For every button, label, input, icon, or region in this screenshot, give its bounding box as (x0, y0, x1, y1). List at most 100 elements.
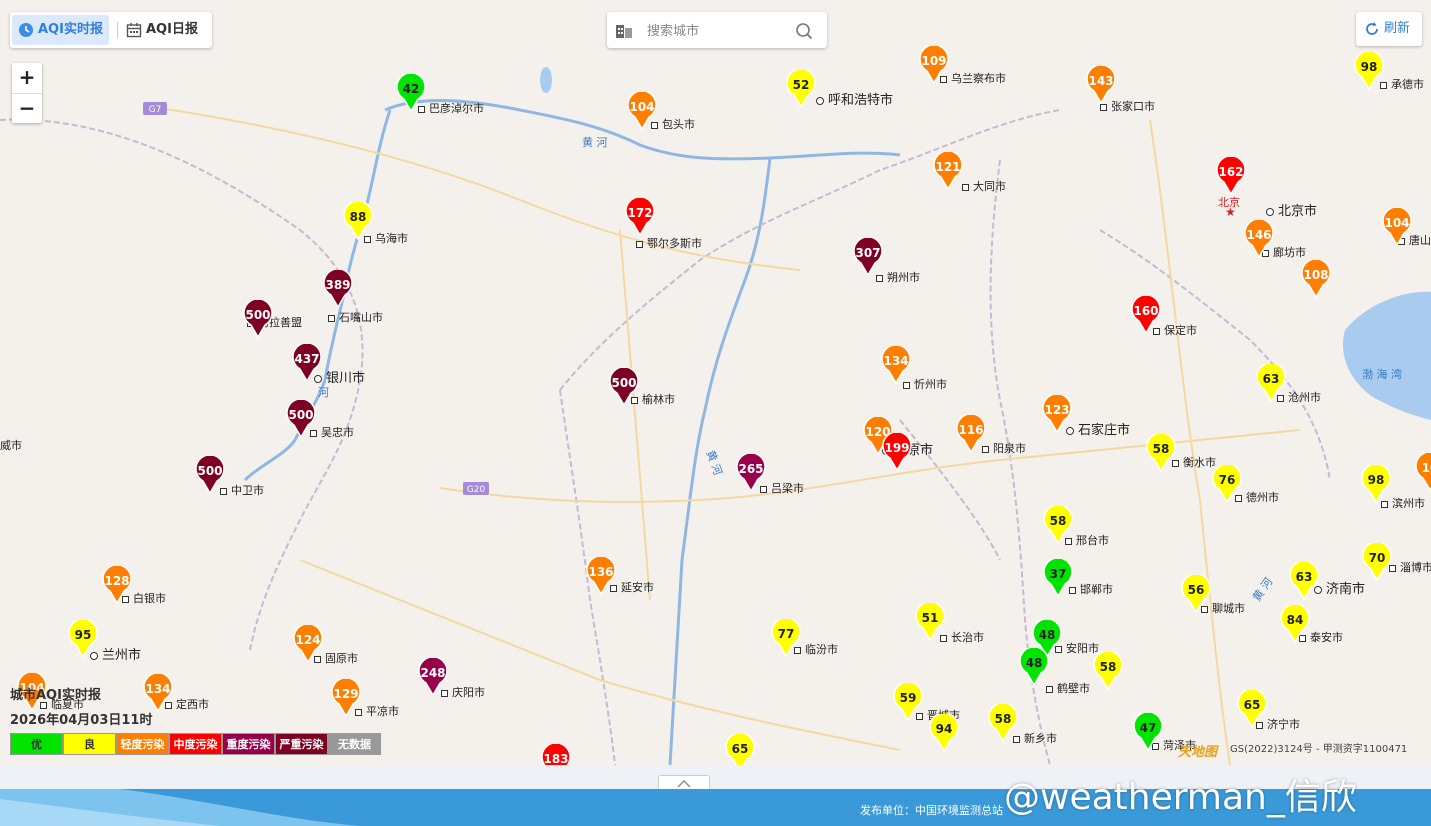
aqi-marker[interactable]: 58 (1146, 434, 1176, 472)
aqi-marker[interactable]: 98 (1361, 465, 1391, 503)
aqi-marker[interactable]: 136 (586, 557, 616, 595)
aqi-marker[interactable]: 65 (725, 734, 755, 765)
city-label: 大同市 (962, 178, 1006, 194)
city-name: 忻州市 (914, 378, 947, 391)
aqi-value: 121 (935, 160, 961, 174)
aqi-marker[interactable]: 109 (919, 46, 949, 84)
aqi-marker[interactable]: 63 (1256, 364, 1286, 402)
aqi-marker[interactable]: 88 (343, 202, 373, 240)
aqi-marker[interactable]: 500 (609, 368, 639, 406)
aqi-value: 58 (1099, 660, 1117, 674)
aqi-marker[interactable]: 500 (286, 400, 316, 438)
city-label: 鹤壁市 (1046, 680, 1090, 696)
city-label: 鄂尔多斯市 (636, 235, 702, 251)
aqi-marker[interactable]: 65 (1237, 690, 1267, 728)
aqi-value: 108 (1303, 268, 1329, 282)
aqi-marker[interactable]: 500 (243, 300, 273, 338)
aqi-marker[interactable]: 48 (1019, 648, 1049, 686)
city-name: 乌兰察布市 (951, 72, 1006, 85)
aqi-value: 51 (921, 611, 939, 625)
aqi-marker[interactable]: 94 (929, 714, 959, 752)
aqi-marker[interactable]: 77 (771, 619, 801, 657)
aqi-value: 162 (1218, 165, 1244, 179)
aqi-value: 52 (792, 78, 810, 92)
aqi-marker[interactable]: 47 (1133, 713, 1163, 751)
aqi-marker[interactable]: 70 (1362, 543, 1392, 581)
aqi-marker[interactable]: 307 (853, 238, 883, 276)
aqi-marker[interactable]: 172 (625, 198, 655, 236)
aqi-daily-tab[interactable]: AQI日报 (120, 15, 204, 45)
city-name: 中卫市 (231, 484, 264, 497)
aqi-marker[interactable]: 121 (933, 152, 963, 190)
aqi-value: 95 (74, 628, 92, 642)
aqi-marker[interactable]: 183 (541, 744, 571, 765)
aqi-marker[interactable]: 58 (1093, 652, 1123, 690)
aqi-value: 124 (295, 633, 321, 647)
aqi-marker[interactable]: 56 (1181, 575, 1211, 613)
collapse-toggle[interactable] (658, 775, 710, 790)
aqi-marker[interactable]: 42 (396, 74, 426, 112)
aqi-marker[interactable]: 59 (893, 683, 923, 721)
legend-timestamp: 2026年04月03日11时 (10, 713, 153, 728)
city-search-input[interactable] (645, 19, 789, 43)
aqi-value: 265 (738, 462, 764, 476)
aqi-marker-partial[interactable]: 10 (1415, 453, 1431, 491)
aqi-realtime-tab[interactable]: AQI实时报 (12, 15, 109, 45)
aqi-marker[interactable]: 51 (915, 603, 945, 641)
city-label: 长治市 (940, 629, 984, 645)
aqi-marker[interactable]: 104 (1382, 208, 1412, 246)
aqi-marker[interactable]: 265 (736, 454, 766, 492)
aqi-value: 500 (288, 408, 314, 422)
aqi-marker[interactable]: 248 (418, 658, 448, 696)
city-label: 济南市 (1314, 578, 1365, 597)
zoom-in-button[interactable]: + (12, 63, 42, 94)
aqi-marker[interactable]: 104 (627, 92, 657, 130)
city-name: 吕梁市 (771, 482, 804, 495)
city-name: 包头市 (662, 118, 695, 131)
city-label: 邯郸市 (1069, 581, 1113, 597)
aqi-marker[interactable]: 108 (1301, 260, 1331, 298)
aqi-value: 389 (325, 278, 351, 292)
aqi-marker[interactable]: 143 (1086, 66, 1116, 104)
river-label-huang-2: 黄 河 (704, 448, 726, 477)
city-name: 呼和浩特市 (828, 93, 894, 108)
city-name: 泰安市 (1310, 631, 1343, 644)
search-icon[interactable] (795, 22, 813, 40)
aqi-marker[interactable]: 84 (1280, 605, 1310, 643)
aqi-marker[interactable]: 37 (1043, 559, 1073, 597)
aqi-marker[interactable]: 52 (786, 70, 816, 108)
aqi-marker[interactable]: 95 (68, 620, 98, 658)
aqi-value: 104 (1384, 216, 1410, 230)
bohai-label: 渤 海 湾 (1362, 367, 1402, 381)
city-name: 济宁市 (1267, 718, 1300, 731)
city-name: 延安市 (621, 581, 654, 594)
aqi-marker[interactable]: 123 (1042, 395, 1072, 433)
aqi-marker[interactable]: 116 (956, 415, 986, 453)
aqi-marker[interactable]: 58 (1043, 506, 1073, 544)
aqi-marker[interactable]: 124 (293, 625, 323, 663)
city-name: 德州市 (1246, 491, 1279, 504)
aqi-marker[interactable]: 76 (1212, 465, 1242, 503)
aqi-marker[interactable]: 160 (1131, 296, 1161, 334)
aqi-marker[interactable]: 437 (292, 344, 322, 382)
zoom-out-button[interactable]: − (12, 94, 42, 124)
city-label: 衡水市 (1172, 454, 1216, 470)
city-name: 固原市 (325, 652, 358, 665)
aqi-realtime-label: AQI实时报 (38, 22, 103, 37)
calendar-icon (126, 23, 142, 38)
map-canvas[interactable]: G7 G20 黄 河 黄 河 河 黄 河 渤 海 湾 巴彦淖尔市 42 包头市 104… (0, 0, 1431, 765)
aqi-marker[interactable]: 134 (143, 674, 173, 712)
aqi-marker[interactable]: 134 (881, 346, 911, 384)
aqi-value: 307 (855, 246, 881, 260)
aqi-marker[interactable]: 58 (988, 704, 1018, 742)
aqi-marker[interactable]: 98 (1354, 52, 1384, 90)
aqi-marker[interactable]: 128 (102, 566, 132, 604)
aqi-marker[interactable]: 129 (331, 679, 361, 717)
aqi-marker[interactable]: 162 (1216, 157, 1246, 195)
aqi-marker[interactable]: 63 (1289, 562, 1319, 600)
aqi-marker[interactable]: 199 (882, 433, 912, 471)
refresh-button[interactable]: 刷新 (1356, 12, 1422, 46)
aqi-marker[interactable]: 389 (323, 270, 353, 308)
aqi-marker[interactable]: 500 (195, 456, 225, 494)
aqi-marker[interactable]: 146 (1244, 220, 1274, 258)
